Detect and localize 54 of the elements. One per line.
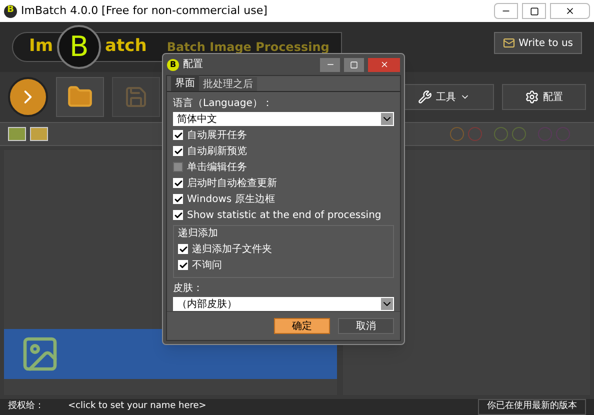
maximize-button[interactable] — [344, 58, 364, 72]
wrench-icon — [418, 90, 432, 104]
checkbox-label: 不询问 — [192, 258, 222, 272]
licensed-to-label: 授权给： — [8, 400, 44, 414]
maximize-icon — [350, 60, 358, 68]
close-button[interactable] — [368, 58, 400, 72]
checkbox[interactable] — [178, 244, 188, 254]
checkbox-label: 自动刷新预览 — [187, 144, 247, 158]
set-name-link[interactable]: <click to set your name here> — [68, 400, 206, 414]
dialog-title: 配置 — [183, 58, 203, 72]
checkbox[interactable] — [178, 260, 188, 270]
cancel-button[interactable]: 取消 — [338, 318, 394, 334]
open-folder-button[interactable] — [56, 77, 104, 117]
logo-text: Im — [29, 35, 54, 58]
envelope-icon — [502, 37, 515, 49]
caret-icon — [381, 113, 393, 125]
write-to-us-button[interactable]: Write to us — [494, 32, 582, 54]
checkbox[interactable] — [173, 130, 183, 140]
checkbox[interactable] — [173, 178, 183, 188]
caret-icon — [381, 298, 393, 310]
group-title: 递归添加 — [178, 226, 219, 241]
checkbox[interactable] — [173, 194, 183, 204]
checkbox[interactable] — [173, 210, 183, 220]
maximize-button[interactable] — [522, 3, 546, 19]
minimize-button[interactable] — [320, 58, 340, 72]
checkbox-label: 启动时自动检查更新 — [187, 176, 277, 190]
tab[interactable]: 界面 — [171, 75, 199, 91]
ok-button[interactable]: 确定 — [274, 318, 330, 334]
update-status: 你已在使用最新的版本 — [478, 399, 586, 415]
checkbox-label: Windows 原生边框 — [187, 192, 275, 206]
settings-button[interactable]: 配置 — [502, 84, 586, 110]
checkbox-label: 递归添加子文件夹 — [192, 242, 272, 256]
start-button[interactable] — [8, 77, 48, 117]
checkbox-label: 自动展开任务 — [187, 128, 247, 142]
checkbox[interactable] — [173, 146, 183, 156]
checkbox-label: 单击编辑任务 — [187, 160, 247, 174]
tagline: Batch Image Processing — [166, 39, 330, 56]
language-label: 语言（Language）： — [173, 96, 274, 111]
language-dropdown[interactable]: 简体中文 — [173, 112, 394, 126]
skin-label: 皮肤： — [173, 282, 204, 296]
window-title: ImBatch 4.0.0 [Free for non-commercial use] — [21, 2, 268, 19]
logo-text: atch — [105, 35, 147, 58]
checkbox-label: Show statistic at the end of processing — [187, 208, 382, 222]
folder-icon — [67, 84, 93, 110]
maximize-icon — [530, 6, 538, 16]
checkbox[interactable] — [173, 162, 183, 172]
close-icon — [565, 6, 575, 16]
close-button[interactable] — [550, 3, 590, 19]
tab[interactable]: 批处理之后 — [199, 77, 257, 91]
skin-dropdown[interactable]: （内部皮肤） — [173, 297, 394, 311]
app-icon: B — [4, 4, 17, 18]
close-icon — [380, 60, 388, 69]
gear-icon — [525, 90, 539, 104]
app-icon: B — [167, 58, 179, 70]
